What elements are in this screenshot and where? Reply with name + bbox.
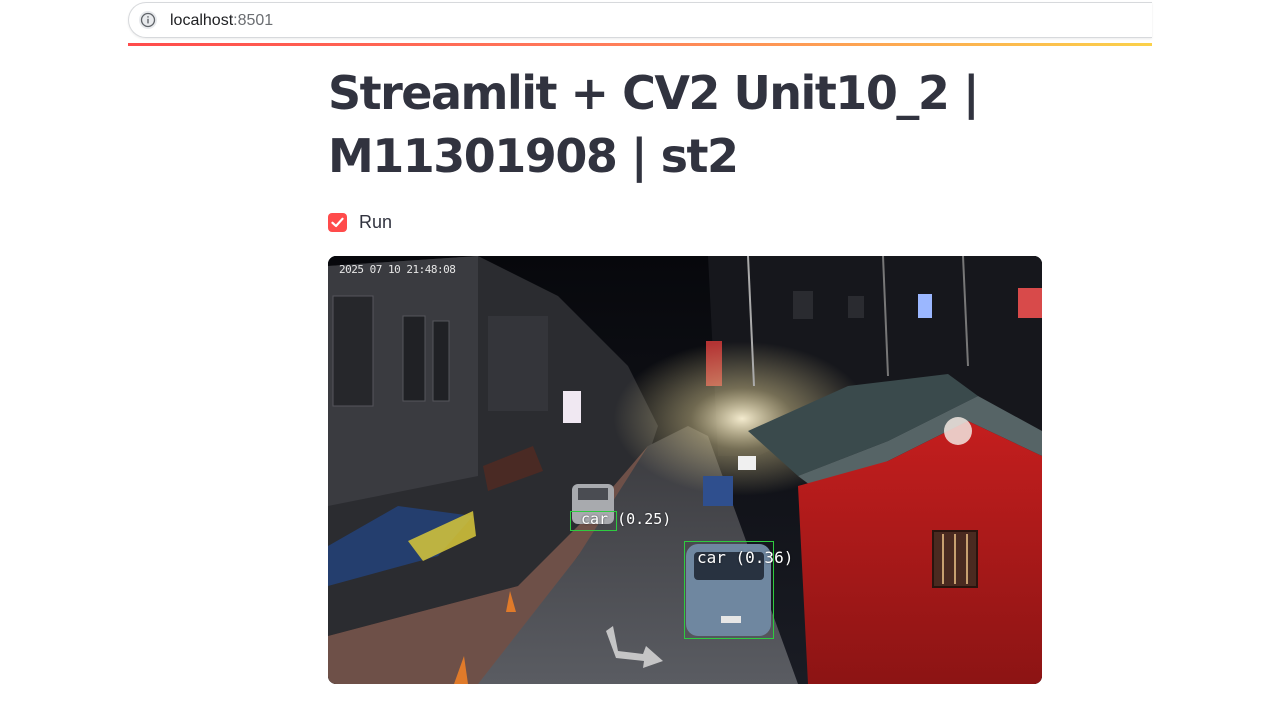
checkbox-checked-icon[interactable]: [328, 212, 347, 232]
detection-label: car (0.25): [581, 510, 672, 528]
detection-label: car (0.36): [697, 548, 794, 567]
info-icon[interactable]: [139, 11, 157, 29]
video-timestamp: 2025 07 10 21:48:08: [339, 263, 456, 276]
run-checkbox-label: Run: [359, 211, 393, 232]
page-title-line-1: Streamlit + CV2 Unit10_2 |: [328, 66, 980, 120]
url-port: :8501: [233, 12, 274, 29]
run-checkbox[interactable]: Run: [328, 212, 392, 232]
address-bar[interactable]: localhost:8501: [128, 2, 1152, 38]
page-title-line-2: M11301908 | st2: [328, 129, 739, 183]
video-frame: 2025 07 10 21:48:08 car (0.25) car (0.36…: [328, 256, 1042, 684]
url-text: localhost:8501: [170, 12, 273, 30]
streamlit-decoration-bar: [128, 43, 1152, 46]
url-host: localhost: [170, 12, 234, 29]
page-title: Streamlit + CV2 Unit10_2 | M11301908 | s…: [328, 62, 1042, 188]
browser-toolbar: localhost:8501: [128, 0, 1152, 42]
main-content: Streamlit + CV2 Unit10_2 | M11301908 | s…: [328, 62, 1042, 684]
